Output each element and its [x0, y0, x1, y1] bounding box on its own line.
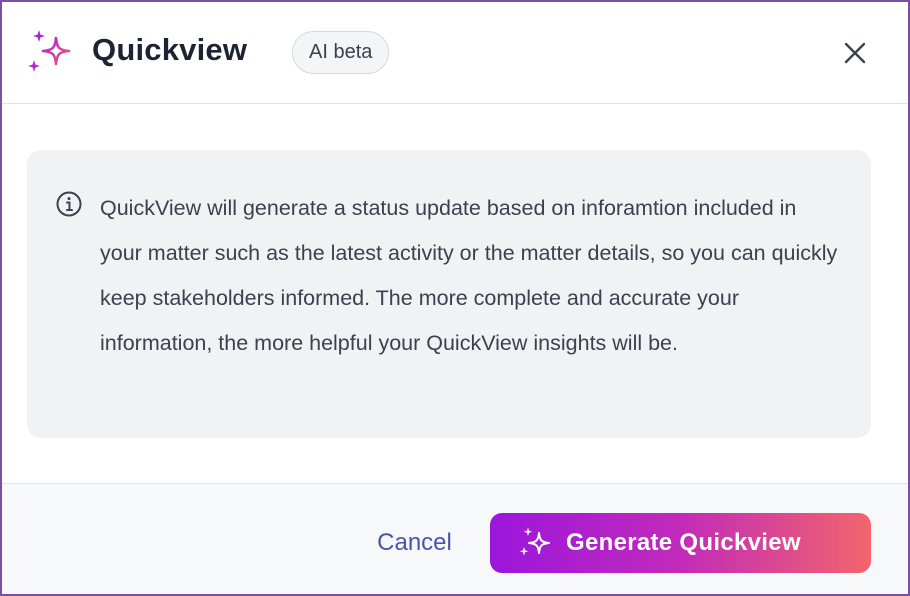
info-panel: QuickView will generate a status update …: [27, 150, 871, 438]
info-icon: [56, 191, 82, 217]
dialog-title: Quickview: [92, 32, 248, 67]
sparkle-icon: [519, 527, 550, 556]
dialog-body: QuickView will generate a status update …: [2, 105, 908, 483]
quickview-dialog: Quickview AI beta QuickView will generat…: [0, 0, 910, 596]
dialog-footer: Cancel Generate Quickview: [2, 483, 908, 594]
ai-beta-badge: AI beta: [292, 31, 390, 74]
generate-quickview-label: Generate Quickview: [566, 529, 801, 556]
generate-quickview-button[interactable]: Generate Quickview: [490, 513, 871, 573]
sparkle-icon: [28, 30, 71, 72]
close-button[interactable]: [838, 36, 872, 70]
info-description: QuickView will generate a status update …: [100, 196, 838, 355]
dialog-header: Quickview AI beta: [2, 2, 908, 104]
close-icon: [844, 42, 866, 64]
cancel-button[interactable]: Cancel: [352, 514, 477, 572]
